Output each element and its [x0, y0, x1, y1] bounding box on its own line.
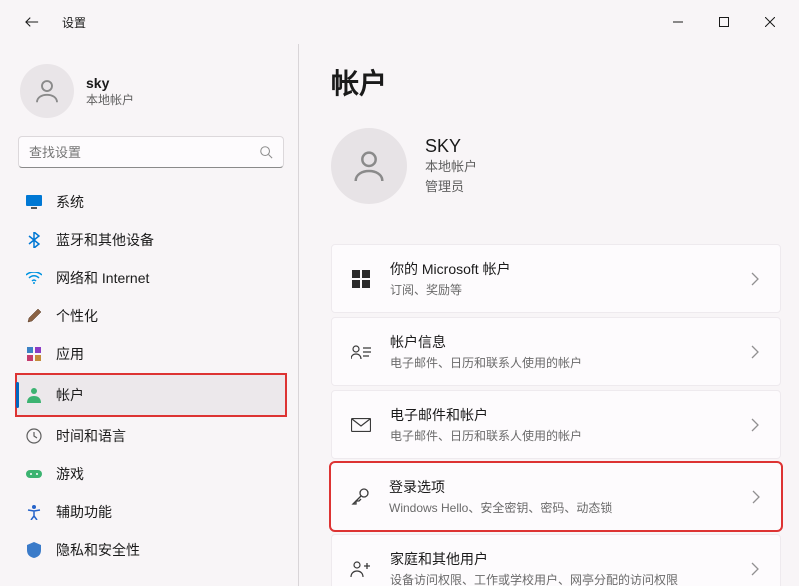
card-subtitle: 电子邮件、日历和联系人使用的帐户: [390, 427, 730, 444]
nav-label: 帐户: [56, 385, 84, 405]
search-icon: [259, 145, 273, 159]
search-input[interactable]: [29, 145, 259, 160]
microsoft-icon: [350, 268, 372, 290]
key-icon: [349, 486, 371, 508]
brush-icon: [26, 308, 42, 324]
app-title: 设置: [62, 14, 86, 31]
nav-label: 时间和语言: [56, 426, 126, 446]
card-family-users[interactable]: 家庭和其他用户 设备访问权限、工作或学校用户、网亭分配的访问权限: [331, 534, 781, 586]
account-avatar: [331, 128, 407, 204]
card-title: 家庭和其他用户: [390, 549, 730, 569]
mail-icon: [350, 414, 372, 436]
account-name: SKY: [425, 136, 477, 157]
nav-item-time-lang[interactable]: 时间和语言: [16, 418, 286, 454]
card-signin-options[interactable]: 登录选项 Windows Hello、安全密钥、密码、动态锁: [331, 463, 781, 530]
sidebar-user-name: sky: [86, 75, 134, 91]
user-icon: [32, 76, 62, 106]
wifi-icon: [26, 270, 42, 286]
maximize-icon: [719, 17, 729, 27]
account-header: SKY 本地帐户 管理员: [331, 128, 781, 204]
maximize-button[interactable]: [701, 6, 747, 38]
monitor-icon: [26, 194, 42, 210]
people-plus-icon: [350, 558, 372, 580]
back-button[interactable]: [16, 6, 48, 38]
nav-label: 网络和 Internet: [56, 268, 149, 288]
nav-list: 系统 蓝牙和其他设备 网络和 Internet 个性化 应用 帐户: [16, 184, 286, 568]
card-account-info[interactable]: 帐户信息 电子邮件、日历和联系人使用的帐户: [331, 317, 781, 386]
card-title: 电子邮件和帐户: [390, 405, 730, 425]
card-subtitle: 设备访问权限、工作或学校用户、网亭分配的访问权限: [390, 571, 730, 586]
nav-label: 辅助功能: [56, 502, 112, 522]
card-subtitle: 订阅、奖励等: [390, 281, 730, 298]
card-subtitle: Windows Hello、安全密钥、密码、动态锁: [389, 499, 731, 516]
nav-item-privacy[interactable]: 隐私和安全性: [16, 532, 286, 568]
close-button[interactable]: [747, 6, 793, 38]
nav-label: 系统: [56, 192, 84, 212]
card-email-accounts[interactable]: 电子邮件和帐户 电子邮件、日历和联系人使用的帐户: [331, 390, 781, 459]
page-title: 帐户: [331, 62, 781, 102]
nav-label: 隐私和安全性: [56, 540, 140, 560]
sidebar-user-type: 本地帐户: [86, 91, 134, 108]
account-role: 管理员: [425, 177, 477, 197]
card-title: 帐户信息: [390, 332, 730, 352]
user-icon: [349, 146, 389, 186]
minimize-icon: [673, 17, 683, 27]
accessibility-icon: [26, 504, 42, 520]
content-pane: 帐户 SKY 本地帐户 管理员 你的 Microsoft 帐户 订阅、奖励等: [298, 44, 799, 586]
nav-item-gaming[interactable]: 游戏: [16, 456, 286, 492]
nav-label: 个性化: [56, 306, 98, 326]
apps-icon: [26, 346, 42, 362]
card-title: 你的 Microsoft 帐户: [390, 259, 730, 279]
card-title: 登录选项: [389, 477, 731, 497]
search-box[interactable]: [18, 136, 284, 168]
id-card-icon: [350, 341, 372, 363]
account-type: 本地帐户: [425, 157, 477, 177]
back-arrow-icon: [25, 15, 39, 29]
chevron-right-icon: [748, 272, 762, 286]
close-icon: [765, 17, 775, 27]
titlebar: 设置: [0, 0, 799, 44]
chevron-right-icon: [748, 562, 762, 576]
chevron-right-icon: [749, 490, 763, 504]
sidebar-user-block[interactable]: sky 本地帐户: [16, 56, 286, 136]
cards-list: 你的 Microsoft 帐户 订阅、奖励等 帐户信息 电子邮件、日历和联系人使…: [331, 244, 781, 586]
nav-label: 蓝牙和其他设备: [56, 230, 154, 250]
nav-label: 应用: [56, 344, 84, 364]
nav-label: 游戏: [56, 464, 84, 484]
nav-item-apps[interactable]: 应用: [16, 336, 286, 372]
nav-item-accounts[interactable]: 帐户: [16, 374, 286, 416]
card-subtitle: 电子邮件、日历和联系人使用的帐户: [390, 354, 730, 371]
card-ms-account[interactable]: 你的 Microsoft 帐户 订阅、奖励等: [331, 244, 781, 313]
person-icon: [26, 387, 42, 403]
gamepad-icon: [26, 466, 42, 482]
avatar: [20, 64, 74, 118]
chevron-right-icon: [748, 345, 762, 359]
chevron-right-icon: [748, 418, 762, 432]
clock-icon: [26, 428, 42, 444]
minimize-button[interactable]: [655, 6, 701, 38]
nav-item-network[interactable]: 网络和 Internet: [16, 260, 286, 296]
nav-item-accessibility[interactable]: 辅助功能: [16, 494, 286, 530]
nav-item-system[interactable]: 系统: [16, 184, 286, 220]
nav-item-bluetooth[interactable]: 蓝牙和其他设备: [16, 222, 286, 258]
sidebar: sky 本地帐户 系统 蓝牙和其他设备 网络和 Internet: [0, 44, 298, 586]
nav-item-personalize[interactable]: 个性化: [16, 298, 286, 334]
bluetooth-icon: [26, 232, 42, 248]
shield-icon: [26, 542, 42, 558]
